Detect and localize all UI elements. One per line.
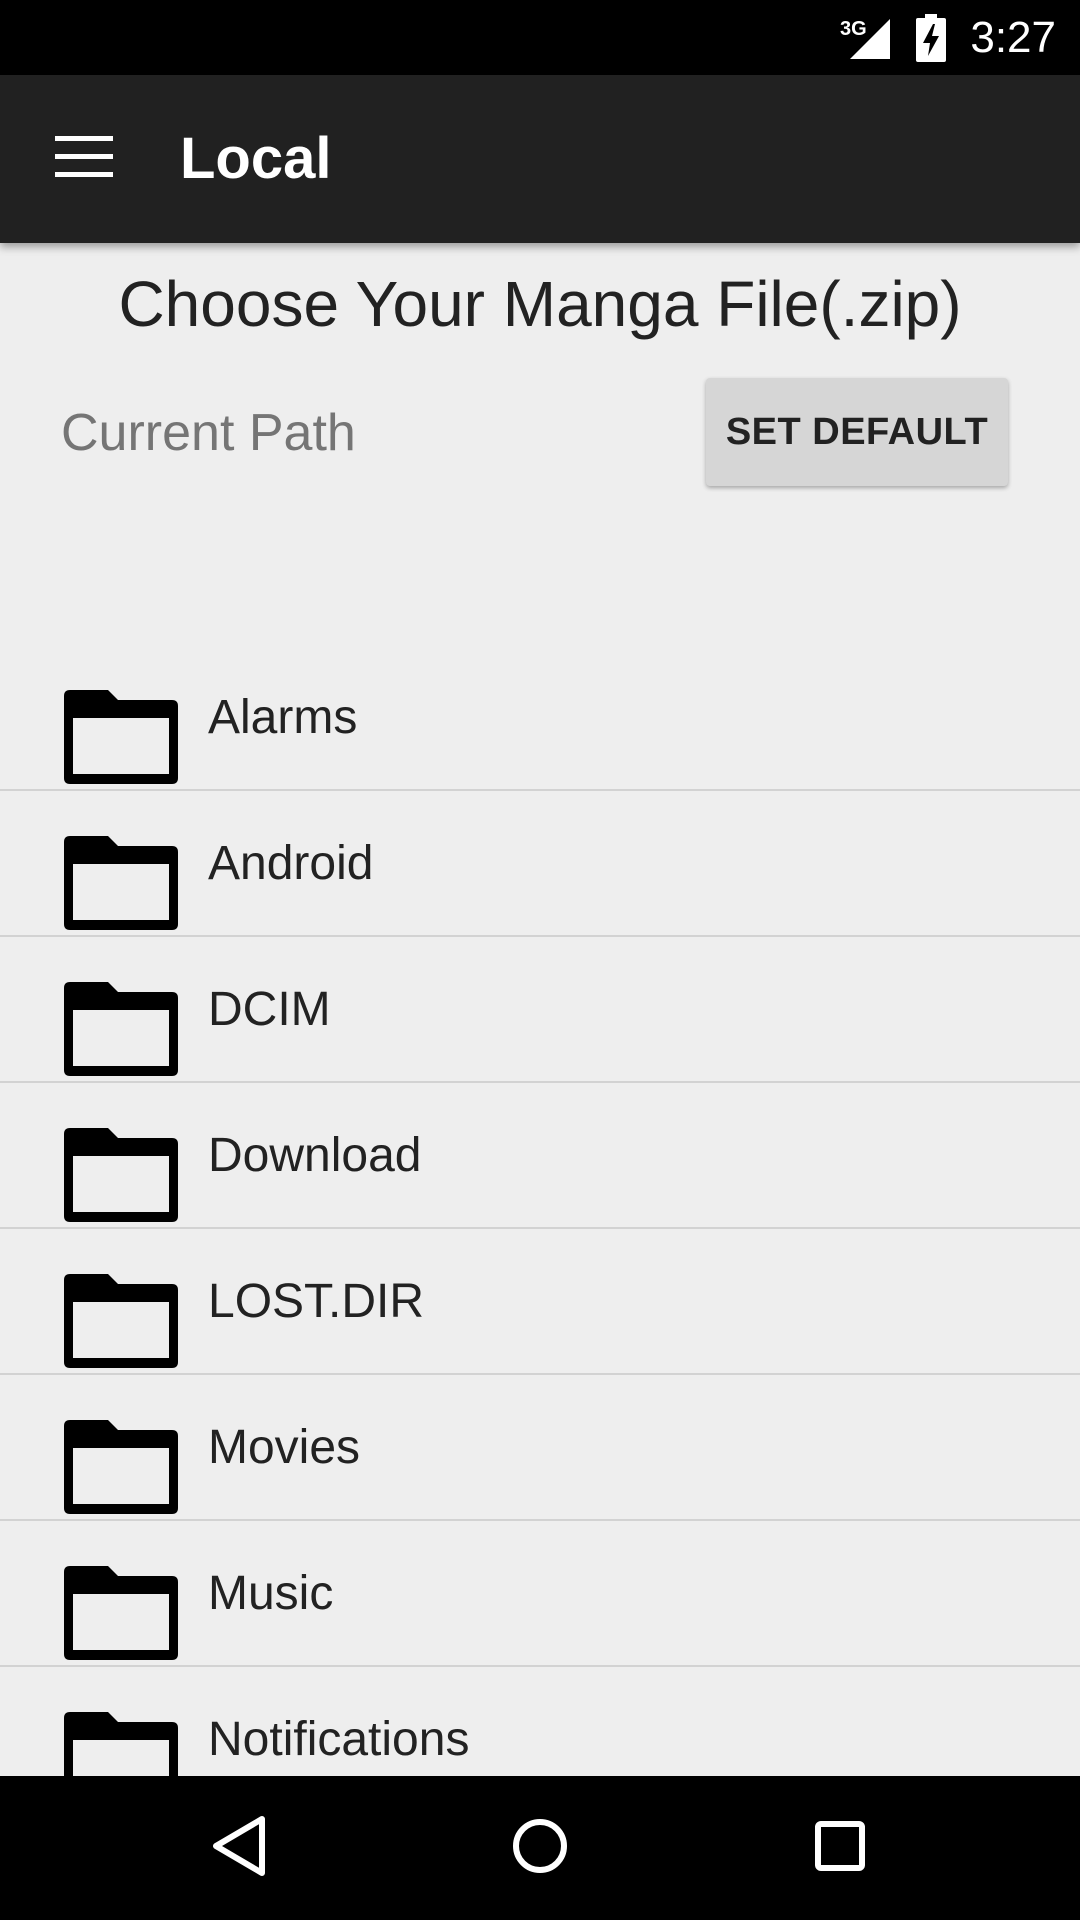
folder-icon (58, 686, 182, 786)
folder-name: Music (208, 1567, 334, 1620)
status-bar: 3G 3:27 (0, 0, 1080, 75)
folder-row[interactable]: Notifications (0, 1667, 1080, 1776)
folder-name: DCIM (208, 983, 331, 1036)
network-type-label: 3G (840, 18, 867, 40)
home-icon (511, 1817, 569, 1880)
home-button[interactable] (498, 1806, 582, 1890)
folder-list: Alarms Android DCIM Download LOST.DIR Mo… (0, 645, 1080, 1776)
folder-name: Alarms (208, 691, 358, 744)
folder-row[interactable]: Android (0, 791, 1080, 937)
folder-icon (58, 832, 182, 932)
status-icons: 3G 3:27 (840, 0, 1056, 75)
folder-icon (58, 1270, 182, 1370)
menu-button[interactable] (40, 119, 128, 199)
status-time: 3:27 (970, 13, 1056, 62)
current-path-label: Current Path (61, 404, 356, 462)
folder-row[interactable]: Alarms (0, 645, 1080, 791)
navigation-bar (0, 1776, 1080, 1920)
back-button[interactable] (198, 1806, 282, 1890)
folder-icon (58, 978, 182, 1078)
main-content: Choose Your Manga File(.zip) Current Pat… (0, 243, 1080, 1776)
folder-icon (58, 1124, 182, 1224)
page-title: Local (180, 126, 332, 191)
folder-row[interactable]: DCIM (0, 937, 1080, 1083)
file-chooser-heading: Choose Your Manga File(.zip) (118, 268, 962, 340)
screen: 3G 3:27 Local Choose Your Manga File(.zi… (0, 0, 1080, 1920)
hamburger-menu-icon (55, 135, 113, 183)
folder-name: LOST.DIR (208, 1275, 425, 1328)
folder-icon (58, 1562, 182, 1662)
signal-icon: 3G (840, 15, 898, 61)
recents-button[interactable] (798, 1806, 882, 1890)
set-default-button[interactable]: SET DEFAULT (706, 378, 1008, 486)
app-bar: Local (0, 75, 1080, 243)
folder-name: Android (208, 837, 374, 890)
folder-row[interactable]: Download (0, 1083, 1080, 1229)
folder-name: Movies (208, 1421, 361, 1474)
folder-row[interactable]: LOST.DIR (0, 1229, 1080, 1375)
recents-icon (813, 1819, 867, 1878)
folder-name: Notifications (208, 1713, 470, 1766)
folder-row[interactable]: Movies (0, 1375, 1080, 1521)
folder-name: Download (208, 1129, 422, 1182)
folder-icon (58, 1416, 182, 1516)
back-icon (210, 1815, 270, 1882)
folder-row[interactable]: Music (0, 1521, 1080, 1667)
battery-charging-icon (916, 13, 947, 62)
folder-icon (58, 1708, 182, 1776)
